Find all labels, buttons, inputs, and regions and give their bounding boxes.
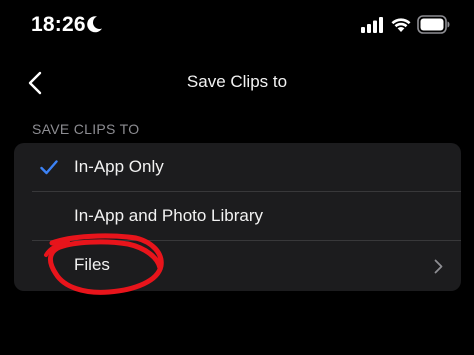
status-time: 18:26 (31, 13, 86, 36)
checkmark-icon (40, 160, 58, 175)
save-location-options: In-App Only In-App and Photo Library Fil… (14, 143, 461, 291)
chevron-right-icon (434, 259, 443, 274)
navigation-bar: Save Clips to (0, 60, 474, 106)
moon-icon (87, 16, 102, 33)
option-files[interactable]: Files (14, 241, 461, 291)
option-in-app-only[interactable]: In-App Only (14, 143, 461, 192)
option-label: Files (74, 255, 110, 274)
page-title: Save Clips to (186, 72, 288, 91)
cellular-signal-icon (361, 17, 383, 33)
section-header: SAVE CLIPS TO (32, 121, 140, 137)
option-in-app-and-photo-library[interactable]: In-App and Photo Library (14, 192, 461, 241)
status-bar: 18:26 (0, 0, 474, 52)
battery-icon (417, 15, 450, 34)
settings-screen: 18:26 Save Clips to SAVE CLIPS TO In-App… (0, 0, 474, 355)
option-label: In-App and Photo Library (74, 206, 264, 225)
option-label: In-App Only (74, 157, 164, 176)
wifi-icon (391, 18, 411, 32)
